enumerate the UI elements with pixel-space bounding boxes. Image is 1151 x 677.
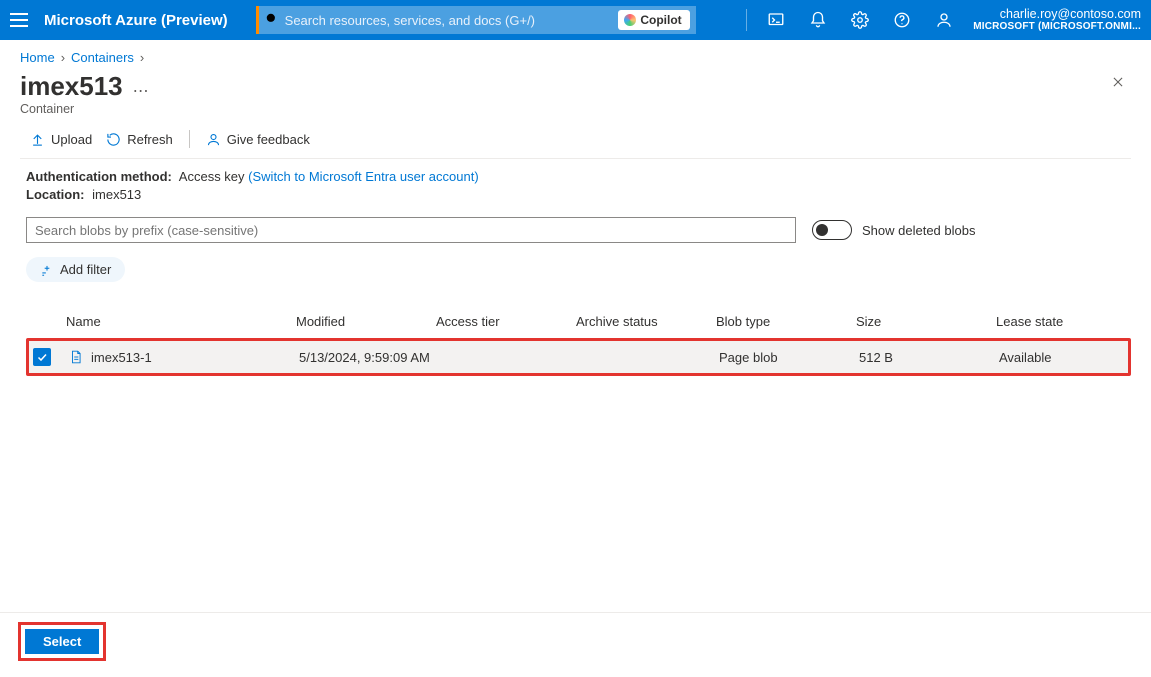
- close-icon[interactable]: [1111, 75, 1125, 92]
- breadcrumb-containers[interactable]: Containers: [71, 50, 134, 65]
- copilot-icon: [624, 14, 636, 26]
- page-title: imex513: [20, 71, 123, 102]
- upload-label: Upload: [51, 132, 92, 147]
- brand-label[interactable]: Microsoft Azure (Preview): [44, 12, 228, 29]
- col-size[interactable]: Size: [856, 314, 996, 329]
- account-tenant: MICROSOFT (MICROSOFT.ONMI...: [973, 21, 1141, 32]
- settings-icon[interactable]: [843, 0, 877, 40]
- prefix-search-input[interactable]: [26, 217, 796, 243]
- breadcrumb: Home › Containers ›: [0, 40, 1151, 69]
- chevron-right-icon: ›: [140, 50, 144, 65]
- notifications-icon[interactable]: [801, 0, 835, 40]
- cloud-shell-icon[interactable]: [759, 0, 793, 40]
- more-icon[interactable]: ⋯: [133, 81, 149, 101]
- refresh-button[interactable]: Refresh: [106, 132, 173, 147]
- global-search-input[interactable]: [285, 13, 613, 28]
- feedback-label: Give feedback: [227, 132, 310, 147]
- upload-button[interactable]: Upload: [30, 132, 92, 147]
- file-icon: [69, 349, 83, 365]
- divider: [0, 612, 1151, 613]
- account-email: charlie.roy@contoso.com: [973, 8, 1141, 22]
- refresh-label: Refresh: [127, 132, 173, 147]
- cell-blobtype: Page blob: [719, 350, 859, 365]
- table-header: Name Modified Access tier Archive status…: [26, 304, 1131, 338]
- global-search[interactable]: Copilot: [256, 6, 696, 34]
- menu-icon[interactable]: [10, 13, 28, 27]
- location-label: Location:: [26, 187, 85, 202]
- meta-block: Authentication method: Access key (Switc…: [0, 159, 1151, 211]
- command-bar: Upload Refresh Give feedback: [0, 116, 1151, 158]
- topbar: Microsoft Azure (Preview) Copilot charli…: [0, 0, 1151, 40]
- auth-value: Access key: [179, 169, 245, 184]
- cell-modified: 5/13/2024, 9:59:09 AM: [299, 350, 439, 365]
- cell-leasestate: Available: [999, 350, 1129, 365]
- col-name[interactable]: Name: [66, 314, 296, 329]
- select-button[interactable]: Select: [25, 629, 99, 654]
- toggle-knob: [816, 224, 828, 236]
- filter-bar: Show deleted blobs: [0, 211, 1151, 243]
- account-menu[interactable]: charlie.roy@contoso.com MICROSOFT (MICRO…: [973, 8, 1141, 33]
- cell-size: 512 B: [859, 350, 999, 365]
- row-checkbox[interactable]: [33, 348, 51, 366]
- highlighted-row: imex513-1 5/13/2024, 9:59:09 AM Page blo…: [26, 338, 1131, 376]
- copilot-button[interactable]: Copilot: [618, 10, 689, 30]
- copilot-label: Copilot: [640, 13, 681, 27]
- col-leasestate[interactable]: Lease state: [996, 314, 1126, 329]
- breadcrumb-home[interactable]: Home: [20, 50, 55, 65]
- location-value: imex513: [92, 187, 141, 202]
- col-accesstier[interactable]: Access tier: [436, 314, 576, 329]
- help-icon[interactable]: [885, 0, 919, 40]
- divider: [189, 130, 190, 148]
- search-icon: [265, 12, 279, 29]
- auth-label: Authentication method:: [26, 169, 172, 184]
- blob-table: Name Modified Access tier Archive status…: [0, 292, 1151, 376]
- table-row[interactable]: imex513-1 5/13/2024, 9:59:09 AM Page blo…: [29, 341, 1128, 373]
- show-deleted-label: Show deleted blobs: [862, 223, 975, 238]
- col-archivestatus[interactable]: Archive status: [576, 314, 716, 329]
- add-filter-label: Add filter: [60, 262, 111, 277]
- title-bar: imex513 ⋯: [0, 69, 1151, 102]
- col-blobtype[interactable]: Blob type: [716, 314, 856, 329]
- col-modified[interactable]: Modified: [296, 314, 436, 329]
- auth-switch-link[interactable]: (Switch to Microsoft Entra user account): [248, 169, 478, 184]
- highlighted-select: Select: [18, 622, 106, 661]
- show-deleted-toggle[interactable]: [812, 220, 852, 240]
- divider: [746, 9, 747, 31]
- feedback-icon[interactable]: [927, 0, 961, 40]
- chevron-right-icon: ›: [61, 50, 65, 65]
- add-filter-button[interactable]: Add filter: [26, 257, 125, 282]
- cell-name: imex513-1: [91, 350, 152, 365]
- page-subtitle: Container: [0, 102, 1151, 116]
- feedback-button[interactable]: Give feedback: [206, 132, 310, 147]
